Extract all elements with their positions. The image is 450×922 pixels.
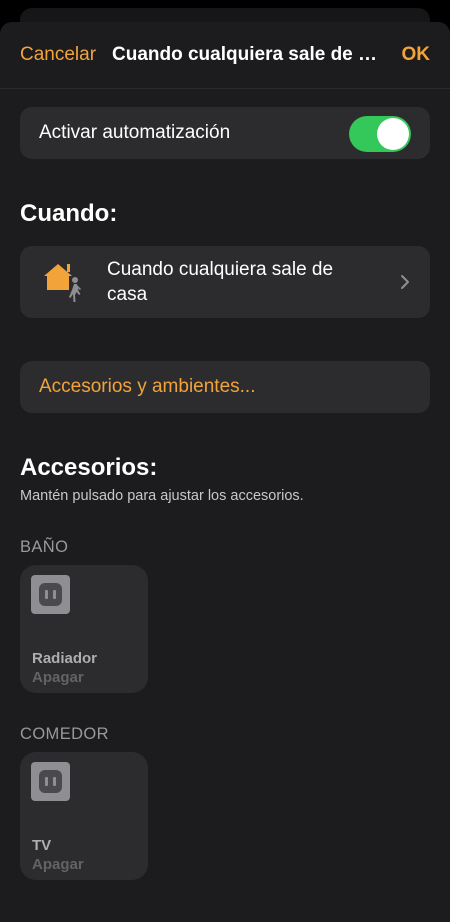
room-label-comedor: COMEDOR	[20, 725, 109, 743]
accessory-tile-radiador[interactable]: Radiador Apagar	[20, 565, 148, 693]
accessory-name: TV	[32, 837, 52, 854]
outlet-icon	[31, 575, 70, 614]
house-person-leaving-icon	[44, 264, 81, 302]
toggle-knob	[377, 118, 409, 150]
accessories-and-scenes-label: Accesorios y ambientes...	[39, 376, 256, 397]
enable-automation-label: Activar automatización	[39, 122, 231, 143]
accessory-tile-tv[interactable]: TV Apagar	[20, 752, 148, 880]
enable-automation-row: Activar automatización	[20, 107, 430, 159]
trigger-text: Cuando cualquiera sale de casa	[107, 259, 334, 305]
page-title: Cuando cualquiera sale de casa	[112, 44, 382, 65]
chevron-right-icon	[401, 275, 409, 289]
automation-sheet: Cancelar Cuando cualquiera sale de casa …	[0, 22, 450, 922]
accessory-state: Apagar	[32, 669, 84, 686]
accessory-name: Radiador	[32, 650, 98, 667]
accessories-hint: Mantén pulsado para ajustar los accesori…	[20, 488, 304, 504]
ok-button[interactable]: OK	[402, 44, 431, 66]
outlet-icon	[31, 762, 70, 801]
trigger-row[interactable]: Cuando cualquiera sale de casa	[20, 246, 430, 318]
accessories-heading: Accesorios:	[20, 454, 158, 481]
accessories-and-scenes-button[interactable]: Accesorios y ambientes...	[20, 361, 430, 413]
when-heading: Cuando:	[20, 200, 118, 227]
cancel-button[interactable]: Cancelar	[20, 44, 96, 66]
enable-automation-toggle[interactable]	[349, 116, 411, 152]
navigation-bar: Cancelar Cuando cualquiera sale de casa …	[0, 22, 450, 89]
accessory-state: Apagar	[32, 856, 84, 873]
room-label-bano: BAÑO	[20, 538, 69, 556]
